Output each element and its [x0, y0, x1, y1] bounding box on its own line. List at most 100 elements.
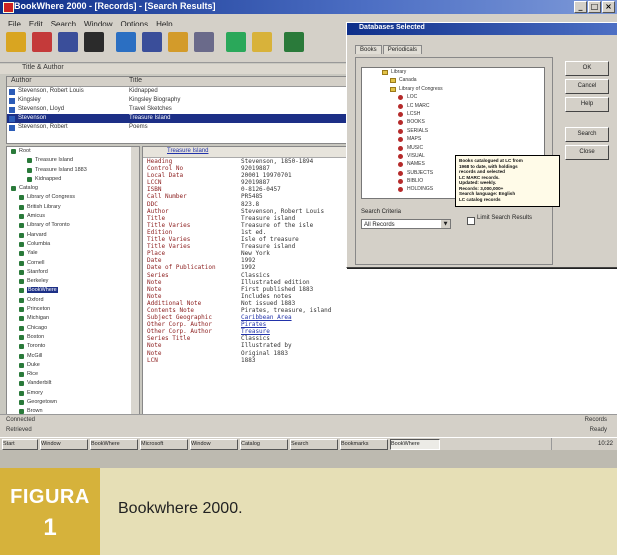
close-button[interactable]: × [602, 1, 615, 13]
tree-rows: Root Treasure Island Treasure Island 1883 K… [7, 147, 139, 415]
database-icon [27, 158, 32, 164]
minimize-button[interactable]: _ [574, 1, 587, 13]
open-folder-icon[interactable] [6, 32, 26, 52]
help-icon[interactable] [84, 32, 104, 52]
stop-icon[interactable] [168, 32, 188, 52]
field-value[interactable]: Pirates [241, 321, 266, 328]
dialog-tree-item[interactable]: Library [362, 68, 544, 76]
tree-scrollbar[interactable] [131, 147, 139, 415]
cancel-button[interactable]: Cancel [565, 79, 609, 94]
taskbar-item[interactable]: Catalog [240, 439, 288, 450]
print-icon[interactable] [58, 32, 78, 52]
taskbar-item[interactable]: BookWhere [390, 439, 440, 450]
search-criteria-select[interactable]: All Records ▼ [361, 219, 451, 229]
list-item[interactable]: Stevenson Treasure Island [7, 114, 351, 123]
database-bullet-icon [398, 103, 403, 109]
view-icon[interactable] [194, 32, 214, 52]
tree-item[interactable]: Cornell [7, 259, 139, 268]
tree-item[interactable]: Harvard [7, 231, 139, 240]
maximize-button[interactable]: □ [588, 1, 601, 13]
dialog-tree-item[interactable]: Canada [362, 76, 544, 84]
dialog-tree-item[interactable]: SERIALS [362, 127, 544, 135]
tree-item[interactable]: Stanford [7, 268, 139, 277]
tree-item-label: Duke [27, 361, 40, 368]
tree-item[interactable]: McGill [7, 352, 139, 361]
list-item[interactable]: Stevenson, Robert Poems [7, 123, 351, 132]
taskbar-item[interactable]: Search [290, 439, 338, 450]
list-item[interactable]: Kingsley Kingsley Biography [7, 96, 351, 105]
field-value: 92019887 [241, 179, 270, 187]
database-icon[interactable] [284, 32, 304, 52]
tree-item[interactable]: Michigan [7, 314, 139, 323]
tree-item[interactable]: Root [7, 147, 139, 156]
chevron-down-icon[interactable]: ▼ [441, 220, 450, 228]
tree-item[interactable]: Emory [7, 389, 139, 398]
field-value: Illustrated by [241, 342, 292, 350]
save-icon[interactable] [32, 32, 52, 52]
tree-item[interactable]: Duke [7, 361, 139, 370]
tree-item[interactable]: Princeton [7, 305, 139, 314]
dialog-tree-item[interactable]: LCSH [362, 110, 544, 118]
row-author: Kingsley [18, 97, 41, 103]
close-dialog-button[interactable]: Close [565, 145, 609, 160]
search-icon[interactable] [142, 32, 162, 52]
start-button[interactable]: Start [2, 439, 38, 450]
tree-item[interactable]: British Library [7, 203, 139, 212]
tree-item[interactable]: Catalog [7, 184, 139, 193]
database-icon [19, 288, 24, 294]
field-label: Series [147, 271, 169, 279]
column-header-title[interactable]: Title [129, 77, 142, 84]
export-icon[interactable] [252, 32, 272, 52]
dialog-tree-item[interactable]: Library of Congress [362, 85, 544, 93]
dialog-tree-label: LC MARC [407, 102, 430, 109]
import-icon[interactable] [226, 32, 246, 52]
field-value: 20001 19970701 [241, 172, 292, 180]
tree-item[interactable]: Amicus [7, 212, 139, 221]
books-icon[interactable] [116, 32, 136, 52]
tab-periodicals[interactable]: Periodicals [382, 45, 423, 54]
limit-results-checkbox[interactable] [467, 217, 475, 225]
tree-item[interactable]: Oxford [7, 296, 139, 305]
tree-item[interactable]: Library of Toronto [7, 221, 139, 230]
tree-item[interactable]: Chicago [7, 324, 139, 333]
help-button[interactable]: Help [565, 97, 609, 112]
tree-item[interactable]: Treasure Island 1883 [7, 166, 139, 175]
search-button[interactable]: Search [565, 127, 609, 142]
column-header-author[interactable]: Author [11, 77, 32, 84]
tree-item-label: Yale [27, 250, 38, 257]
field-label: Note [147, 292, 162, 300]
list-item[interactable]: Stevenson, Lloyd Travel Sketches [7, 105, 351, 114]
ok-button[interactable]: OK [565, 61, 609, 76]
caption-text: Bookwhere 2000. [118, 500, 243, 517]
taskbar-item[interactable]: Microsoft [140, 439, 188, 450]
dialog-tree-label: LCSH [407, 110, 421, 117]
tree-item[interactable]: Berkeley [7, 277, 139, 286]
dialog-tree-item[interactable]: MUSIC [362, 144, 544, 152]
field-value[interactable]: Treasure [241, 328, 270, 335]
tree-item[interactable]: Kidnapped [7, 175, 139, 184]
tree-item[interactable]: Toronto [7, 342, 139, 351]
database-icon [19, 353, 24, 359]
taskbar-item[interactable]: Window [190, 439, 238, 450]
dialog-tree-item[interactable]: LOC [362, 93, 544, 101]
tab-books[interactable]: Books [355, 45, 382, 54]
tree-item[interactable]: Georgetown [7, 398, 139, 407]
taskbar-item[interactable]: Bookmarks [340, 439, 388, 450]
dialog-tree-item[interactable]: LC MARC [362, 102, 544, 110]
tree-item[interactable]: Rice [7, 370, 139, 379]
taskbar-item[interactable]: Window [40, 439, 88, 450]
dialog-tree-item[interactable]: BOOKS [362, 118, 544, 126]
dialog-tree-label: HOLDINGS [407, 186, 434, 193]
dialog-tree-item[interactable]: MAPS [362, 135, 544, 143]
list-item[interactable]: Stevenson, Robert Louis Kidnapped [7, 87, 351, 96]
taskbar-item[interactable]: BookWhere [90, 439, 138, 450]
record-header-link[interactable]: Treasure Island [167, 148, 208, 154]
tree-item[interactable]: Yale [7, 249, 139, 258]
tree-item[interactable]: Columbia [7, 240, 139, 249]
tree-item[interactable]: Boston [7, 333, 139, 342]
tree-item[interactable]: Vanderbilt [7, 379, 139, 388]
tree-item[interactable]: Library of Congress [7, 193, 139, 202]
tree-item[interactable]: Treasure Island [7, 156, 139, 165]
field-value[interactable]: Caribbean Area [241, 314, 292, 321]
tree-item[interactable]: BookWhere [7, 286, 139, 295]
